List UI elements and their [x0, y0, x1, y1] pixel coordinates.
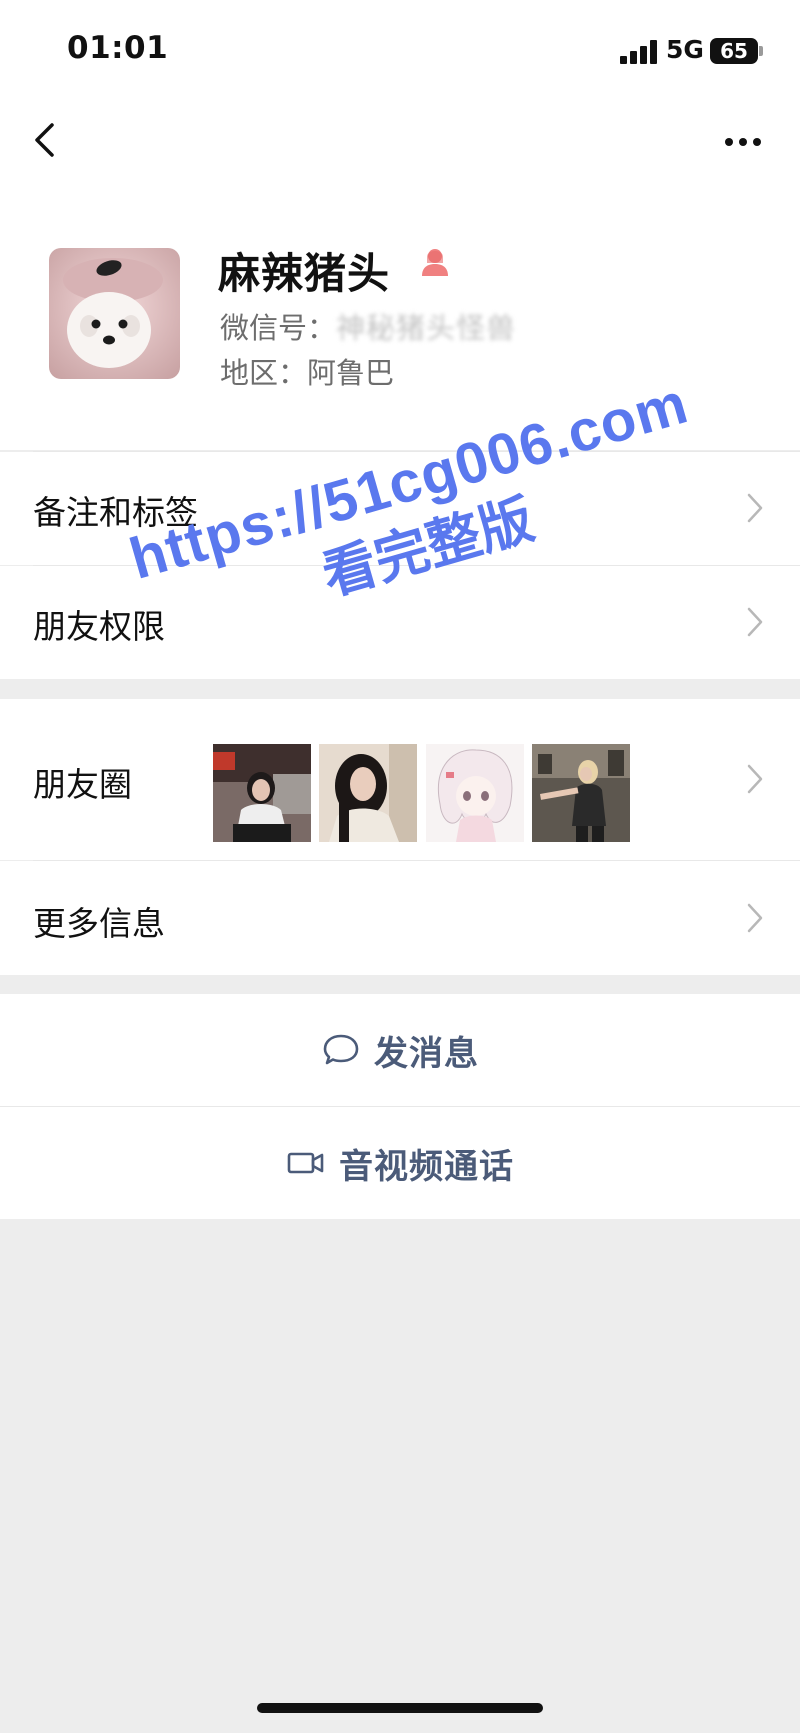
female-user-icon [418, 245, 452, 279]
status-time: 01:01 [67, 30, 169, 66]
wechat-id-label: 微信号： [220, 311, 337, 345]
nav-bar [0, 95, 800, 185]
friend-permissions-row[interactable]: 朋友权限 [0, 566, 800, 679]
voice-video-call-label: 音视频通话 [339, 1146, 514, 1187]
chevron-right-icon [747, 493, 763, 523]
moments-photo-3 [426, 744, 524, 842]
home-indicator[interactable] [257, 1703, 543, 1713]
more-dots-icon [725, 138, 761, 146]
more-button[interactable] [715, 115, 775, 165]
network-type: 5G [666, 35, 704, 64]
signal-icon [620, 40, 658, 64]
avatar-image [49, 248, 180, 379]
video-camera-icon [287, 1152, 324, 1174]
moments-row[interactable]: 朋友圈 [0, 699, 800, 860]
profile-header: 麻辣猪头 微信号：神秘猪头怪兽 地区：阿鲁巴 [0, 185, 800, 450]
friend-permissions-label: 朋友权限 [33, 607, 165, 646]
moments-photo-4 [532, 744, 630, 842]
chevron-right-icon [747, 903, 763, 933]
moments-label: 朋友圈 [33, 765, 132, 804]
wechat-id-value: 神秘猪头怪兽 [336, 311, 517, 345]
more-info-row[interactable]: 更多信息 [0, 861, 800, 975]
profile-name: 麻辣猪头 [218, 249, 391, 298]
back-button[interactable] [22, 115, 72, 165]
send-message-label: 发消息 [374, 1033, 479, 1074]
avatar[interactable] [49, 248, 180, 379]
battery-icon: 65 [710, 38, 758, 64]
voice-video-call-button[interactable]: 音视频通话 [0, 1107, 800, 1219]
region-value: 阿鲁巴 [307, 356, 395, 390]
send-message-content: 发消息 [322, 994, 479, 1106]
wechat-id: 微信号：神秘猪头怪兽 [220, 305, 516, 347]
remarks-tags-label: 备注和标签 [33, 493, 198, 532]
chat-bubble-icon [323, 1034, 359, 1065]
chevron-right-icon [747, 764, 763, 794]
voice-video-call-content: 音视频通话 [287, 1107, 514, 1219]
remarks-tags-row[interactable]: 备注和标签 [0, 452, 800, 565]
moments-photo-2 [319, 744, 417, 842]
region-label: 地区： [220, 356, 308, 390]
region: 地区：阿鲁巴 [220, 350, 394, 392]
chevron-left-icon [35, 123, 54, 157]
status-bar: 01:01 5G 65 [0, 0, 800, 95]
more-info-label: 更多信息 [33, 904, 165, 943]
moments-photo-1 [213, 744, 311, 842]
send-message-button[interactable]: 发消息 [0, 994, 800, 1106]
battery-tip [759, 46, 763, 56]
chevron-right-icon [747, 607, 763, 637]
